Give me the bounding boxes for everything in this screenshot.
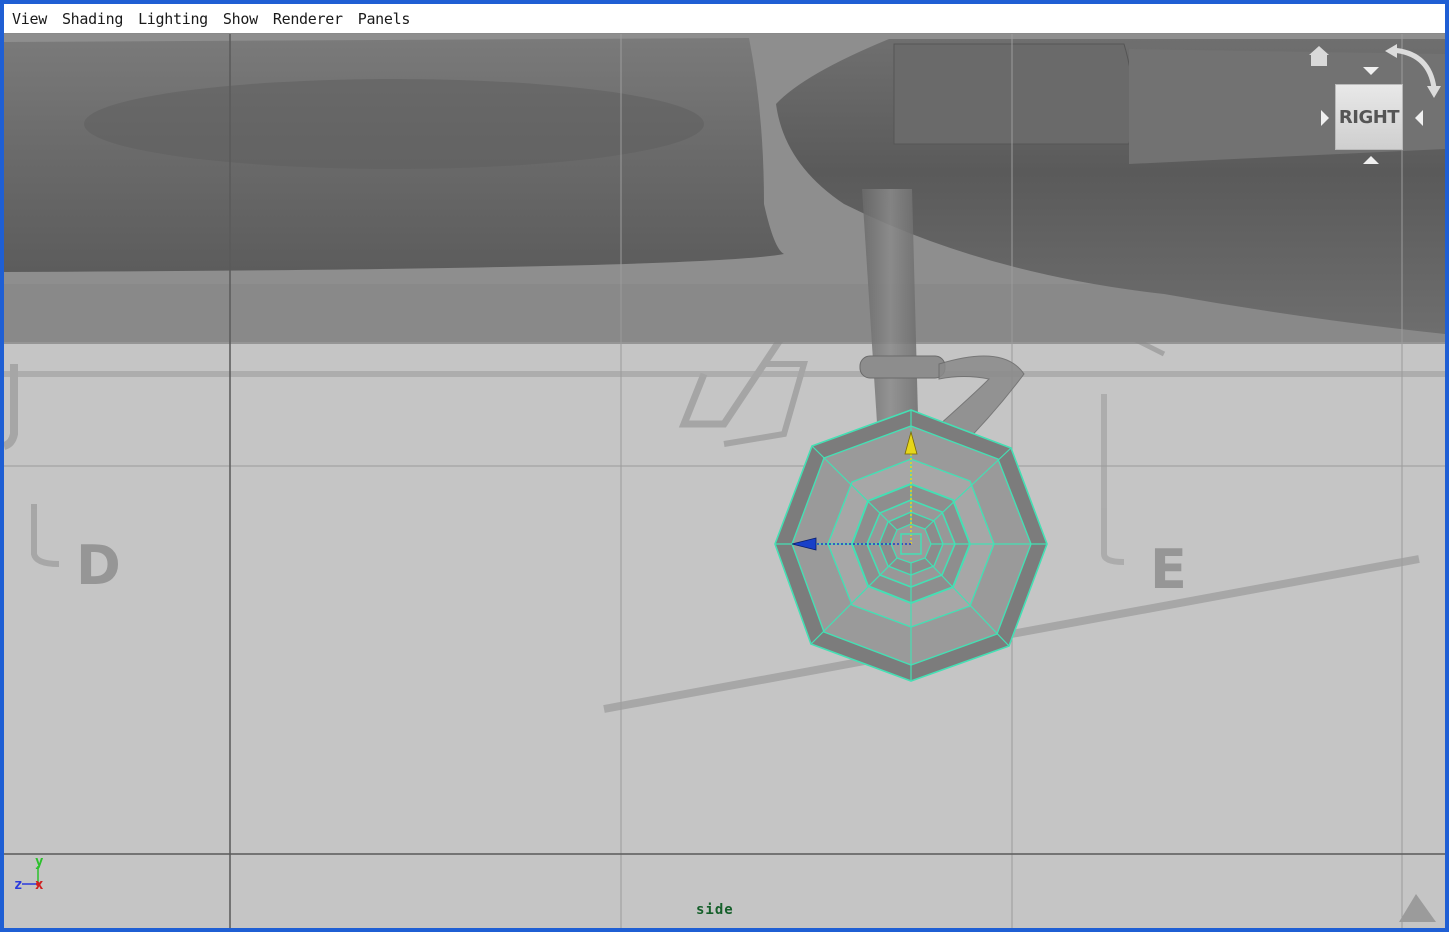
3d-viewport[interactable]: D E side RIGHT y z x <box>4 34 1445 928</box>
axis-x-label: x <box>35 877 44 893</box>
menu-view[interactable]: View <box>12 10 47 28</box>
reference-image-plane <box>4 331 1445 713</box>
menu-shading[interactable]: Shading <box>62 10 123 28</box>
camera-name-label: side <box>696 902 734 918</box>
axis-y-label: y <box>35 854 44 870</box>
arrow-right-icon[interactable] <box>1321 110 1329 126</box>
resize-corner-icon[interactable] <box>1399 894 1436 922</box>
home-icon[interactable] <box>1309 46 1329 66</box>
strut-collar <box>859 355 946 379</box>
viewport-scene[interactable]: D E <box>4 34 1445 928</box>
axis-indicator: y z x <box>12 852 62 902</box>
menu-lighting[interactable]: Lighting <box>138 10 208 28</box>
menu-show[interactable]: Show <box>223 10 258 28</box>
axis-z-label: z <box>14 877 22 893</box>
viewcube-face-right[interactable]: RIGHT <box>1335 84 1403 150</box>
panel-menubar: View Shading Lighting Show Renderer Pane… <box>4 4 1445 34</box>
menu-renderer[interactable]: Renderer <box>273 10 343 28</box>
reference-label-d: D <box>76 534 121 597</box>
arrow-left-icon[interactable] <box>1415 110 1423 126</box>
reference-label-e: E <box>1150 538 1187 601</box>
arrow-up-icon[interactable] <box>1363 156 1379 164</box>
viewport-panel: View Shading Lighting Show Renderer Pane… <box>0 0 1449 932</box>
arrow-down-icon[interactable] <box>1363 67 1379 75</box>
viewcube[interactable]: RIGHT <box>1299 40 1444 170</box>
menu-panels[interactable]: Panels <box>358 10 411 28</box>
